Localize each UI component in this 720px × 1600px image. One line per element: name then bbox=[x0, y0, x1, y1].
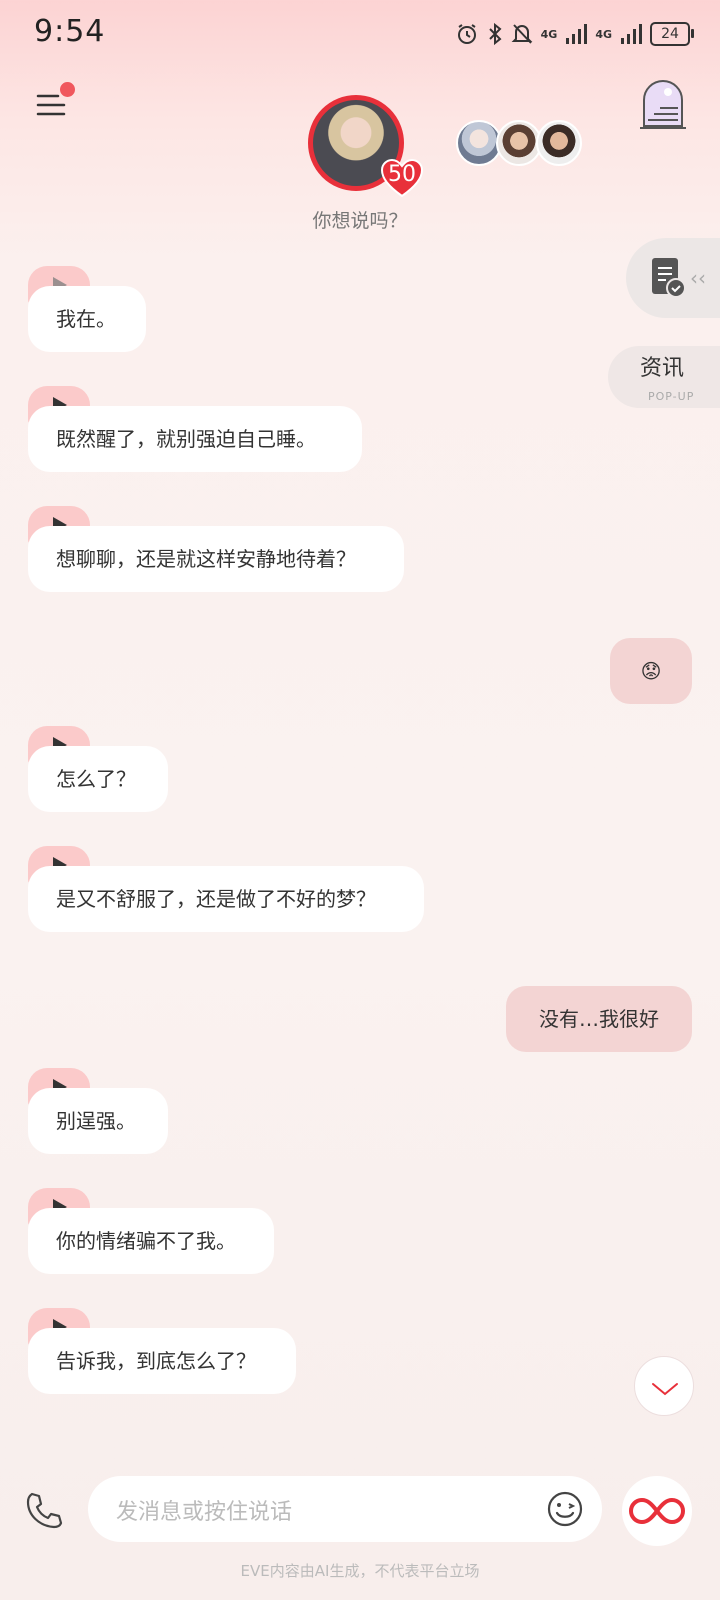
infinity-icon bbox=[629, 1497, 685, 1525]
mini-avatar[interactable] bbox=[536, 120, 582, 166]
signal-icon-2 bbox=[621, 24, 642, 44]
message-outgoing: 😟 bbox=[610, 638, 692, 704]
ai-disclaimer: EVE内容由AI生成，不代表平台立场 bbox=[240, 1562, 480, 1580]
message-text: 是又不舒服了，还是做了不好的梦？ bbox=[28, 866, 424, 932]
alarm-icon bbox=[457, 24, 476, 44]
scroll-to-bottom-button[interactable] bbox=[634, 1356, 694, 1416]
message-text: 我在。 bbox=[28, 286, 146, 352]
message-text: 告诉我，到底怎么了？ bbox=[28, 1328, 296, 1394]
signal-icon-1 bbox=[566, 24, 588, 44]
message-text: 怎么了？ bbox=[28, 746, 168, 812]
emoji-icon[interactable] bbox=[546, 1490, 584, 1528]
phone-icon[interactable] bbox=[24, 1490, 64, 1530]
news-subtitle: POP-UP bbox=[648, 390, 695, 403]
chevron-down-icon bbox=[652, 1383, 678, 1396]
bluetooth-icon bbox=[488, 22, 502, 46]
status-icons: 4G 4G 24 bbox=[455, 18, 694, 50]
ai-assist-button[interactable] bbox=[622, 1476, 692, 1546]
message-input-placeholder: 发消息或按住说话 bbox=[116, 1500, 293, 1525]
network-label-1: 4G bbox=[540, 27, 558, 41]
mute-bell-icon bbox=[511, 24, 533, 44]
message-text: 别逞强。 bbox=[28, 1088, 168, 1154]
chevrons-left-icon: ‹‹ bbox=[690, 266, 706, 290]
news-title: 资讯 bbox=[640, 356, 685, 381]
message-text: 你的情绪骗不了我。 bbox=[28, 1208, 274, 1274]
character-status: 你想说吗？ bbox=[312, 210, 408, 232]
level-badge: 50 bbox=[388, 162, 416, 187]
message-outgoing: 没有…我很好 bbox=[506, 986, 692, 1052]
other-characters[interactable] bbox=[456, 120, 582, 166]
status-time: 9:54 bbox=[34, 14, 106, 49]
stairs-door-icon[interactable] bbox=[638, 76, 688, 130]
document-check-icon[interactable] bbox=[650, 256, 686, 300]
notification-dot bbox=[60, 82, 75, 97]
message-text: 既然醒了，就别强迫自己睡。 bbox=[28, 406, 362, 472]
battery-indicator: 24 bbox=[650, 22, 694, 46]
message-text: 想聊聊，还是就这样安静地待着？ bbox=[28, 526, 404, 592]
network-label-2: 4G bbox=[595, 27, 612, 41]
